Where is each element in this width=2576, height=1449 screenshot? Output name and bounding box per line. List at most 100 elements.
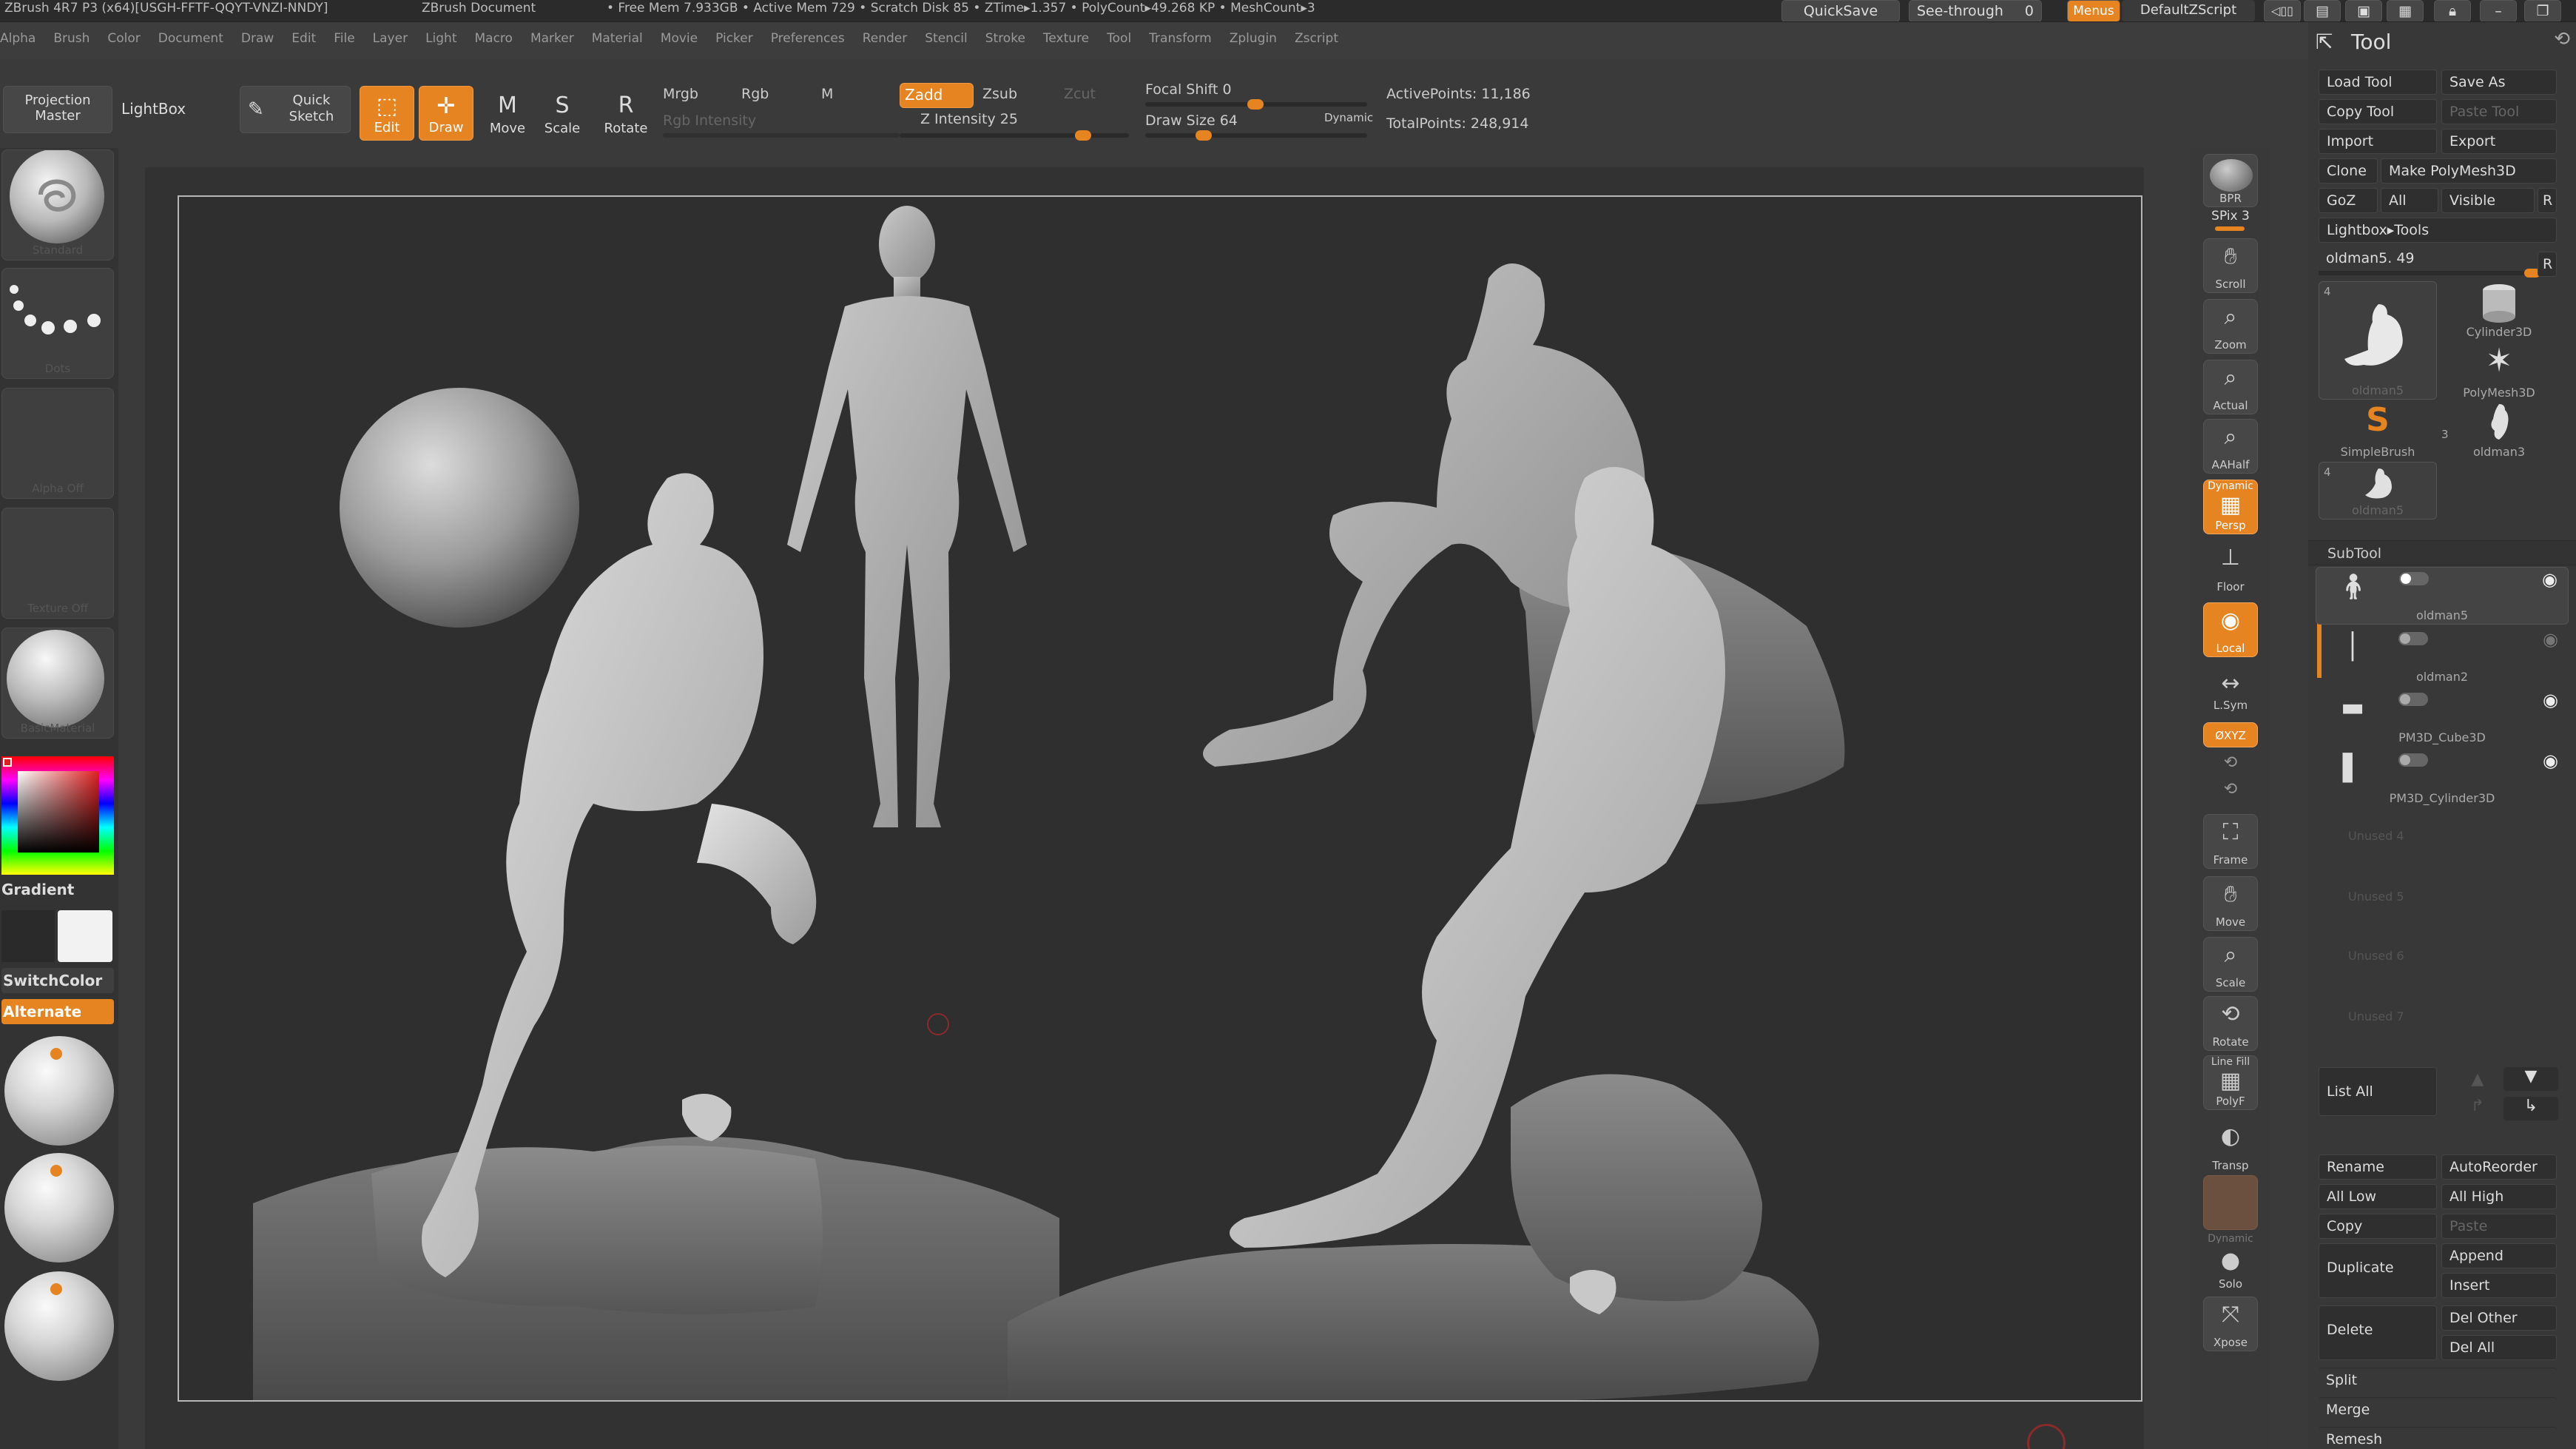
tool-thumb-oldman3[interactable]: 3 oldman3 [2441,401,2557,460]
light-dot[interactable] [50,1165,62,1177]
subtool-toggle[interactable] [2398,753,2428,767]
menu-item[interactable]: Transform [1149,31,1212,46]
quicksave-button[interactable]: QuickSave [1781,0,1900,21]
subtool-header[interactable]: SubTool [2308,540,2576,565]
rgb-button[interactable]: Rgb [741,86,769,102]
rotate-z-icon[interactable]: ⟲ [2190,780,2271,799]
transp-button[interactable]: ◐ Transp [2203,1119,2258,1174]
menu-item[interactable]: Zplugin [1230,31,1277,46]
subtool-row[interactable]: ▌ ◉ PM3D_Cylinder3D [2316,749,2569,807]
copy-tool-button[interactable]: Copy Tool [2319,99,2437,124]
arrow-up-icon[interactable]: ▲ [2455,1070,2501,1094]
tool-panel-title[interactable]: Tool [2351,30,2391,54]
floor-button[interactable]: ⊥ Floor [2203,540,2258,595]
matcap-ball-2[interactable] [4,1153,114,1263]
projection-master-button[interactable]: Projection Master [3,86,112,133]
zsub-button[interactable]: Zsub [982,86,1017,102]
eye-icon[interactable]: ◉ [2543,690,2558,710]
copy-subtool-button[interactable]: Copy [2319,1214,2437,1239]
scale-view-button[interactable]: ⌕ Scale [2203,937,2258,992]
merge-button[interactable]: Merge [2319,1397,2557,1422]
move-view-button[interactable]: ✋︎ Move [2203,876,2258,931]
menu-item[interactable]: Stroke [985,31,1025,46]
menu-item[interactable]: Edit [291,31,316,46]
append-button[interactable]: Append [2441,1243,2557,1268]
zadd-button[interactable]: Zadd [900,83,974,108]
all-low-button[interactable]: All Low [2319,1184,2437,1209]
tool-thumb-polymesh[interactable]: ✶ PolyMesh3D [2441,342,2557,401]
brush-picker[interactable]: Standard [1,149,114,260]
menu-item[interactable]: Texture [1043,31,1089,46]
restore-icon[interactable]: ❐ [2524,0,2561,21]
focal-shift-slider[interactable] [1145,99,1367,110]
color-picker[interactable] [1,756,114,875]
lightbox-tools-button[interactable]: Lightbox▸Tools [2319,218,2557,243]
rgb-intensity-track[interactable] [663,133,900,138]
frame-button[interactable]: ⛶ Frame [2203,814,2258,869]
rename-button[interactable]: Rename [2319,1154,2437,1180]
split-button[interactable]: Split [2319,1368,2557,1393]
insert-button[interactable]: Insert [2441,1273,2557,1298]
light-dot[interactable] [50,1283,62,1295]
r-button-2[interactable]: R [2538,252,2557,277]
menu-item[interactable]: Light [425,31,456,46]
xpose-button[interactable]: ⤧ Xpose [2203,1297,2258,1351]
scale-button[interactable]: S Scale [536,86,589,141]
tool-thumb-oldman5-b[interactable]: 4 oldman5 [2319,462,2437,520]
window-icon[interactable]: ▣ [2345,0,2382,21]
aahalf-button[interactable]: ⌕ AAHalf [2203,419,2258,474]
zcut-button[interactable]: Zcut [1064,86,1096,102]
paste-subtool-button[interactable]: Paste [2441,1214,2557,1239]
r-button[interactable]: R [2538,188,2557,213]
subtool-toggle[interactable] [2398,693,2428,706]
actual-button[interactable]: ⌕ Actual [2203,360,2258,414]
export-button[interactable]: Export [2441,129,2557,154]
subtool-row[interactable]: │ ◉ oldman2 [2316,628,2569,685]
menu-item[interactable]: Picker [715,31,753,46]
alternate-button[interactable]: Alternate [1,999,114,1024]
dynamic-solo-button[interactable] [2203,1175,2258,1230]
tool-thumb-oldman5[interactable]: 4 oldman5 [2319,281,2437,400]
del-all-button[interactable]: Del All [2441,1335,2557,1360]
see-through-slider[interactable]: See-through 0 [1909,0,2042,21]
quick-sketch-button[interactable]: ✎ Quick Sketch [240,86,351,133]
xyz-button[interactable]: ØXYZ [2203,722,2258,747]
tool-thumb-simplebrush[interactable]: S SimpleBrush [2319,401,2437,460]
z-intensity-slider[interactable] [900,130,1129,141]
rgb-intensity-slider[interactable]: Rgb Intensity [663,112,756,129]
menu-item[interactable]: File [334,31,354,46]
list-all-button[interactable]: List All [2319,1067,2437,1116]
draw-button[interactable]: ✛ Draw [419,86,473,141]
focal-shift-knob[interactable] [1247,99,1264,110]
eye-icon[interactable]: ◉ [2543,750,2558,771]
local-button[interactable]: ◉ Local [2203,602,2258,657]
tool-thumb-cylinder[interactable]: Cylinder3D [2441,281,2557,340]
lsym-button[interactable]: ↔ L.Sym [2203,666,2258,713]
saturation-square[interactable] [18,771,99,853]
minimize-icon[interactable]: – [2480,0,2517,21]
menu-item[interactable]: Zscript [1295,31,1338,46]
persp-button[interactable]: Dynamic ▦ Persp [2203,480,2258,534]
menu-item[interactable]: Preferences [771,31,845,46]
rotate-button[interactable]: R Rotate [599,86,653,141]
all-button[interactable]: All [2381,188,2438,213]
draw-size-slider[interactable] [1145,130,1367,141]
secondary-color[interactable] [1,910,55,962]
matcap-ball-1[interactable] [4,1036,114,1146]
subtool-toggle[interactable] [2398,632,2428,645]
move-down-icon[interactable]: ↳ [2503,1097,2558,1120]
default-zscript-button[interactable]: DefaultZScript [2122,0,2255,21]
menu-item[interactable]: Render [863,31,908,46]
menus-button[interactable]: Menus [2067,0,2120,21]
dynamic-toggle[interactable]: Dynamic [1324,111,1373,124]
layout-icon[interactable]: ▤ [2304,0,2341,21]
switchcolor-button[interactable]: SwitchColor [1,968,114,993]
tool-panel-pin-icon[interactable]: ⇱ [2316,30,2333,54]
stroke-picker[interactable]: Dots [1,268,114,379]
arrow-down-icon[interactable]: ▼ [2503,1067,2558,1091]
material-picker[interactable]: BasicMaterial [1,628,114,739]
menu-item[interactable]: Macro [475,31,513,46]
document-canvas[interactable] [178,195,2142,1403]
subtool-toggle[interactable] [2399,572,2429,585]
menu-item[interactable]: Stencil [925,31,967,46]
